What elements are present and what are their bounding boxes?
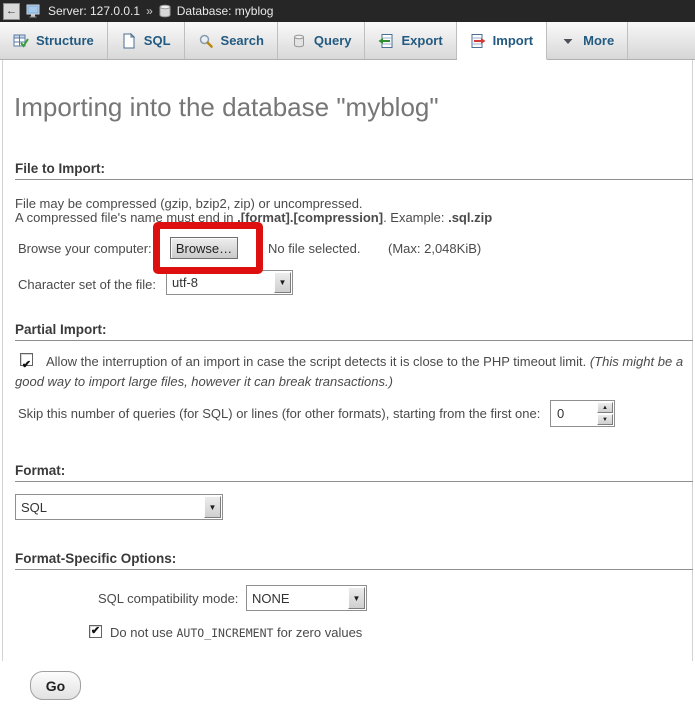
line2-mid: . Example: [383,210,448,225]
content-right-border [692,60,693,661]
autoinc-prefix: Do not use [110,625,177,640]
allow-interrupt-checkbox[interactable]: ✔ [20,353,33,366]
chevron-down-icon[interactable]: ▼ [204,496,221,518]
search-icon [198,33,214,49]
line2-example: .sql.zip [448,210,492,225]
tab-search[interactable]: Search [185,22,278,59]
sql-compat-select[interactable]: NONE ▼ [246,585,367,611]
browse-computer-label: Browse your computer: [18,241,152,256]
autoinc-keyword: AUTO_INCREMENT [177,626,274,640]
no-autoincrement-checkbox[interactable]: ✔ [89,625,102,638]
tab-structure[interactable]: Structure [0,22,108,59]
allow-interrupt-row: ✔ Allow the interruption of an import in … [15,352,685,392]
charset-label: Character set of the file: [18,277,156,292]
sql-icon [121,33,137,49]
tab-sql[interactable]: SQL [108,22,185,59]
check-icon: ✔ [91,626,100,637]
database-icon [159,4,171,18]
check-icon: ✔ [22,359,31,371]
spinner-up-icon[interactable]: ▲ [597,402,613,413]
line2-prefix: A compressed file's name must end in [15,210,237,225]
tab-export[interactable]: Export [365,22,456,59]
allow-interrupt-label: Allow the interruption of an import in c… [46,354,590,369]
breadcrumb-database-link[interactable]: Database: myblog [177,4,274,18]
section-heading-partial-import: Partial Import: [15,322,693,341]
section-heading-file-to-import: File to Import: [15,161,693,180]
back-arrow-button[interactable]: ← [3,3,20,20]
tab-bar: Structure SQL Search [0,22,695,60]
content-left-border [2,60,3,661]
tab-label: More [583,33,614,48]
tab-query[interactable]: Query [278,22,366,59]
phpmyadmin-import-page: ← Server: 127.0.0.1 » Database: myblog [0,0,695,716]
spinner-buttons: ▲ ▼ [597,402,613,425]
more-chevron-down-icon [560,33,576,49]
section-heading-format-options: Format-Specific Options: [15,551,693,570]
section-heading-format: Format: [15,463,693,482]
max-upload-size-text: (Max: 2,048KiB) [388,241,481,256]
charset-select[interactable]: utf-8 ▼ [166,270,293,295]
server-icon [26,4,42,18]
format-select[interactable]: SQL ▼ [15,494,223,520]
line2-format-pattern: .[format].[compression] [237,210,383,225]
no-file-selected-text: No file selected. [268,241,361,256]
tab-label: Search [221,33,264,48]
format-selected-value: SQL [16,500,203,515]
breadcrumb-separator: » [146,4,153,18]
tab-label: Query [314,33,352,48]
sql-compat-label: SQL compatibility mode: [98,591,238,606]
tab-label: SQL [144,33,171,48]
autoinc-suffix: for zero values [273,625,362,640]
no-autoincrement-label: Do not use AUTO_INCREMENT for zero value… [110,625,362,640]
export-icon [378,33,394,49]
tab-label: Export [401,33,442,48]
tab-label: Import [493,33,533,48]
go-button[interactable]: Go [30,671,81,700]
compression-info-line1: File may be compressed (gzip, bzip2, zip… [15,196,363,211]
server-breadcrumb-bar: ← Server: 127.0.0.1 » Database: myblog [0,0,695,22]
tab-more[interactable]: More [547,22,628,59]
skip-queries-label: Skip this number of queries (for SQL) or… [18,406,540,421]
skip-queries-value: 0 [551,401,596,426]
query-icon [291,33,307,49]
spinner-down-icon[interactable]: ▼ [597,414,613,425]
sql-compat-selected-value: NONE [247,591,347,606]
chevron-down-icon[interactable]: ▼ [348,587,365,609]
chevron-down-icon[interactable]: ▼ [274,272,291,293]
breadcrumb-server-link[interactable]: Server: 127.0.0.1 [48,4,140,18]
page-title: Importing into the database "myblog" [14,92,439,123]
charset-selected-value: utf-8 [167,275,273,290]
tab-label: Structure [36,33,94,48]
structure-icon [13,33,29,49]
skip-queries-stepper[interactable]: 0 ▲ ▼ [550,400,615,427]
import-icon [470,33,486,49]
tab-import[interactable]: Import [457,22,547,60]
browse-button[interactable]: Browse… [170,237,238,259]
compression-info-line2: A compressed file's name must end in .[f… [15,210,492,225]
